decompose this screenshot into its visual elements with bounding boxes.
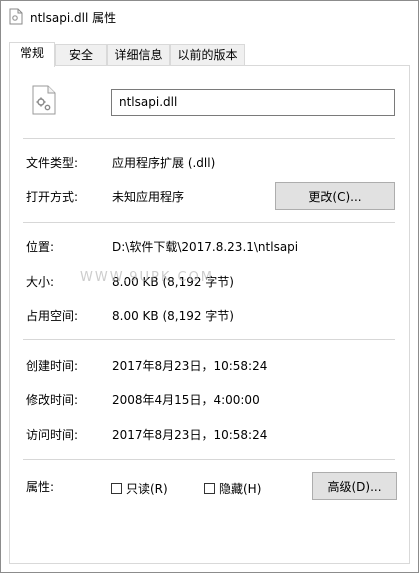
file-type-value: 应用程序扩展 (.dll) (112, 156, 216, 170)
separator (23, 138, 395, 139)
tab-security[interactable]: 安全 (55, 44, 107, 65)
size-label: 大小: (26, 275, 55, 289)
tab-general[interactable]: 常规 (9, 42, 55, 67)
tab-details[interactable]: 详细信息 (107, 44, 170, 65)
created-value: 2017年8月23日，10:58:24 (112, 359, 268, 373)
opens-with-label: 打开方式: (26, 190, 79, 204)
advanced-button[interactable]: 高级(D)... (312, 472, 397, 500)
hidden-checkbox-label: 隐藏(H) (219, 482, 262, 496)
readonly-checkbox-box[interactable] (111, 483, 122, 494)
hidden-checkbox-box[interactable] (204, 483, 215, 494)
window-title: ntlsapi.dll 属性 (30, 11, 117, 25)
readonly-checkbox[interactable]: 只读(R) (111, 480, 168, 497)
file-type-label: 文件类型: (26, 156, 79, 170)
location-label: 位置: (26, 240, 55, 254)
location-value: D:\软件下载\2017.8.23.1\ntlsapi (112, 240, 299, 254)
modified-value: 2008年4月15日，4:00:00 (112, 393, 260, 407)
watermark: WWW.9UPK.COM (80, 270, 215, 285)
opens-with-value: 未知应用程序 (112, 190, 185, 204)
tab-strip: 常规 安全 详细信息 以前的版本 (9, 42, 409, 67)
filename-field[interactable]: ntlsapi.dll (111, 89, 395, 116)
title-bar[interactable]: ntlsapi.dll 属性 (1, 1, 418, 32)
size-on-disk-label: 占用空间: (26, 309, 79, 323)
tab-previous-versions[interactable]: 以前的版本 (170, 44, 245, 65)
modified-label: 修改时间: (26, 393, 79, 407)
hidden-checkbox[interactable]: 隐藏(H) (204, 480, 261, 497)
file-gear-icon (32, 85, 56, 115)
separator (23, 459, 395, 460)
change-button[interactable]: 更改(C)... (275, 182, 395, 210)
attributes-label: 属性: (26, 480, 55, 494)
accessed-label: 访问时间: (26, 428, 79, 442)
dll-file-icon (9, 8, 23, 25)
accessed-value: 2017年8月23日，10:58:24 (112, 428, 268, 442)
separator (23, 339, 395, 340)
separator (23, 222, 395, 223)
properties-window: ntlsapi.dll 属性 常规 安全 详细信息 以前的版本 ntlsapi.… (0, 0, 419, 573)
created-label: 创建时间: (26, 359, 79, 373)
readonly-checkbox-label: 只读(R) (126, 482, 168, 496)
size-on-disk-value: 8.00 KB (8,192 字节) (112, 309, 234, 323)
